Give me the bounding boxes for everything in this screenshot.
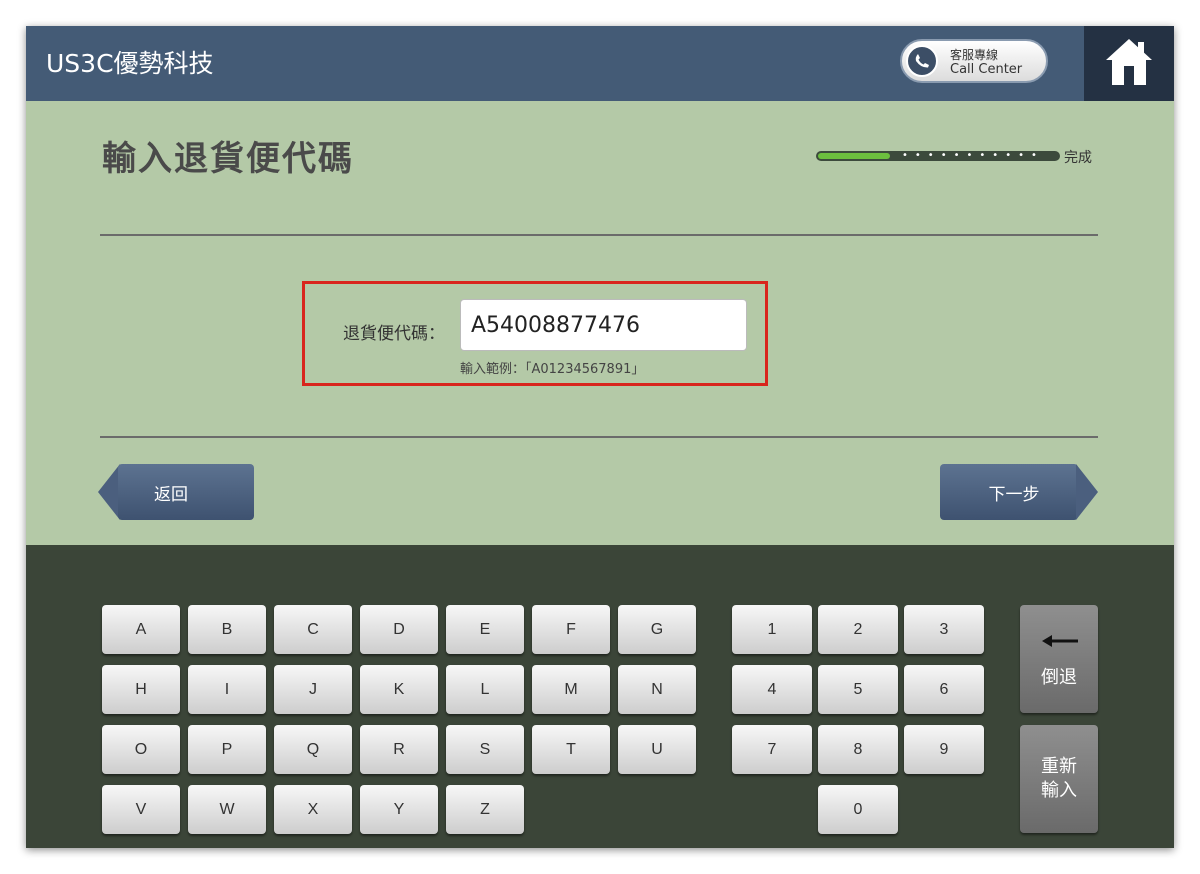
key-n[interactable]: N	[618, 665, 696, 714]
key-g[interactable]: G	[618, 605, 696, 654]
top-divider	[100, 234, 1098, 236]
call-center-label: 客服專線	[950, 48, 999, 62]
key-z[interactable]: Z	[446, 785, 524, 834]
key-y[interactable]: Y	[360, 785, 438, 834]
key-7[interactable]: 7	[732, 725, 812, 774]
return-code-label: 退貨便代碼：	[343, 324, 445, 344]
progress-dots: •••••••••••	[902, 150, 1044, 161]
next-arrow-icon	[1076, 464, 1098, 520]
key-5[interactable]: 5	[818, 665, 898, 714]
home-icon	[1106, 39, 1152, 85]
progress-label: 完成	[1064, 150, 1092, 166]
key-m[interactable]: M	[532, 665, 610, 714]
bottom-divider	[100, 436, 1098, 438]
key-q[interactable]: Q	[274, 725, 352, 774]
key-u[interactable]: U	[618, 725, 696, 774]
arrow-left-icon	[1042, 635, 1078, 647]
return-code-input[interactable]	[460, 299, 747, 351]
backspace-label: 倒退	[1041, 667, 1077, 688]
key-6[interactable]: 6	[904, 665, 984, 714]
key-l[interactable]: L	[446, 665, 524, 714]
key-a[interactable]: A	[102, 605, 180, 654]
key-s[interactable]: S	[446, 725, 524, 774]
key-1[interactable]: 1	[732, 605, 812, 654]
kiosk-screen: US3C優勢科技 客服專線 Call Center 輸入退貨便代碼 ••••••…	[26, 26, 1174, 848]
key-v[interactable]: V	[102, 785, 180, 834]
key-p[interactable]: P	[188, 725, 266, 774]
call-center-label-en: Call Center	[950, 62, 1023, 77]
key-f[interactable]: F	[532, 605, 610, 654]
progress-bar: •••••••••••	[816, 151, 1060, 161]
key-h[interactable]: H	[102, 665, 180, 714]
key-c[interactable]: C	[274, 605, 352, 654]
key-e[interactable]: E	[446, 605, 524, 654]
key-o[interactable]: O	[102, 725, 180, 774]
key-x[interactable]: X	[274, 785, 352, 834]
input-highlight-box: 退貨便代碼： 輸入範例：「A01234567891」	[302, 281, 768, 386]
home-button[interactable]	[1084, 26, 1174, 101]
back-button[interactable]: 返回	[118, 464, 254, 520]
key-j[interactable]: J	[274, 665, 352, 714]
progress-fill	[818, 153, 890, 159]
input-example-hint: 輸入範例：「A01234567891」	[460, 362, 645, 377]
main-content: 輸入退貨便代碼 ••••••••••• 完成 退貨便代碼： 輸入範例：「A012…	[26, 101, 1174, 545]
key-k[interactable]: K	[360, 665, 438, 714]
key-r[interactable]: R	[360, 725, 438, 774]
key-2[interactable]: 2	[818, 605, 898, 654]
on-screen-keyboard: A B C D E F G H I J K L M N O P Q R S T …	[26, 545, 1174, 848]
reset-key[interactable]: 重新 輸入	[1020, 725, 1098, 833]
phone-icon	[906, 45, 938, 77]
key-w[interactable]: W	[188, 785, 266, 834]
key-i[interactable]: I	[188, 665, 266, 714]
key-9[interactable]: 9	[904, 725, 984, 774]
backspace-key[interactable]: 倒退	[1020, 605, 1098, 713]
back-arrow-icon	[98, 464, 120, 520]
key-8[interactable]: 8	[818, 725, 898, 774]
call-center-button[interactable]: 客服專線 Call Center	[900, 39, 1048, 83]
next-button[interactable]: 下一步	[940, 464, 1078, 520]
key-d[interactable]: D	[360, 605, 438, 654]
key-b[interactable]: B	[188, 605, 266, 654]
key-0[interactable]: 0	[818, 785, 898, 834]
page-title: 輸入退貨便代碼	[102, 139, 354, 179]
reset-label: 重新 輸入	[1041, 756, 1077, 801]
brand-name: US3C優勢科技	[46, 49, 214, 78]
header-bar: US3C優勢科技 客服專線 Call Center	[26, 26, 1174, 101]
key-t[interactable]: T	[532, 725, 610, 774]
key-3[interactable]: 3	[904, 605, 984, 654]
key-4[interactable]: 4	[732, 665, 812, 714]
